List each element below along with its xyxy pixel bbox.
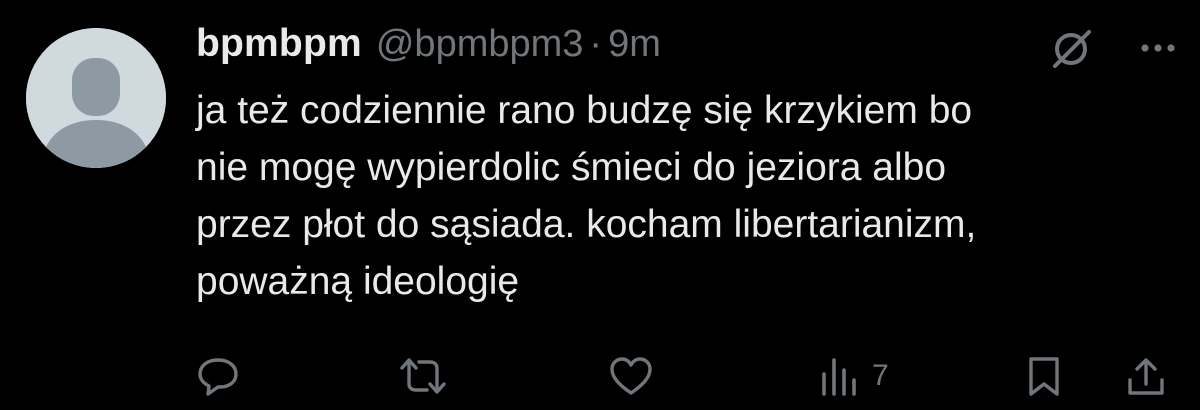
- timestamp[interactable]: 9m: [608, 23, 661, 66]
- retweet-icon: [400, 358, 446, 394]
- tweet-top-actions: [1050, 26, 1180, 70]
- grok-icon[interactable]: [1050, 26, 1094, 70]
- tweet-card[interactable]: bpmbpm @bpmbpm3 · 9m ja też codziennie r…: [0, 0, 1200, 410]
- like-icon: [610, 357, 652, 395]
- header-separator: ·: [589, 23, 603, 65]
- reply-icon: [198, 358, 238, 396]
- tweet-header: bpmbpm @bpmbpm3 · 9m: [196, 22, 661, 72]
- default-avatar-icon: [26, 28, 166, 168]
- tweet-text: ja też codziennie rano budzę się krzykie…: [196, 89, 977, 303]
- retweet-button[interactable]: [398, 348, 448, 404]
- reply-button[interactable]: [196, 348, 240, 404]
- bookmark-button[interactable]: [1024, 348, 1064, 404]
- share-icon: [1128, 358, 1164, 395]
- views-icon: [822, 358, 856, 396]
- avatar[interactable]: [26, 28, 166, 168]
- views-count: 7: [872, 359, 889, 392]
- more-icon[interactable]: [1136, 26, 1180, 70]
- views-button[interactable]: 7: [818, 348, 889, 404]
- bookmark-icon: [1029, 357, 1059, 396]
- display-name[interactable]: bpmbpm: [196, 22, 362, 66]
- like-button[interactable]: [608, 348, 654, 404]
- share-button[interactable]: [1124, 348, 1168, 404]
- tweet-action-bar: 7: [0, 348, 1200, 404]
- user-handle[interactable]: @bpmbpm3: [376, 23, 584, 66]
